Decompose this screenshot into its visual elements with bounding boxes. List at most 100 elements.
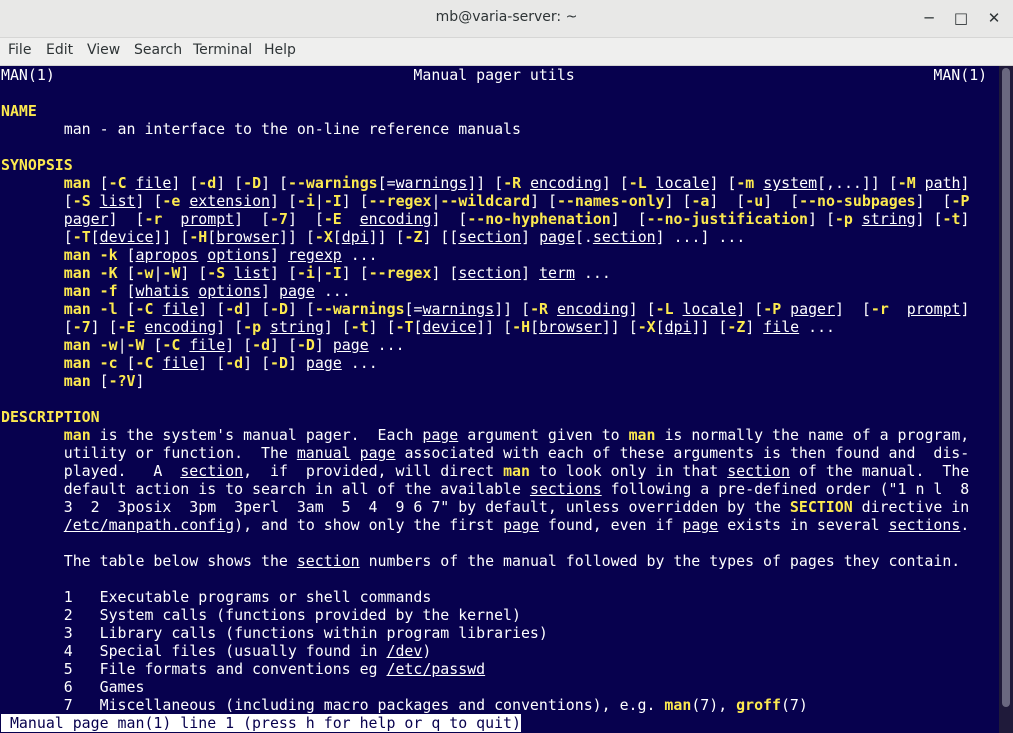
text-segment: 4 Special files (usually found in: [1, 642, 387, 660]
text-segment: [: [1, 318, 73, 336]
underlined-text: warnings: [422, 300, 495, 318]
text-segment: [: [117, 300, 136, 318]
text-segment: [781, 300, 790, 318]
underlined-text: encoding: [557, 300, 629, 318]
underlined-text: list: [99, 192, 136, 210]
text-segment: ...: [799, 318, 836, 336]
bold-text: -R: [503, 174, 522, 192]
text-segment: is the system's manual pager. Each: [90, 426, 423, 444]
menu-edit[interactable]: Edit: [46, 42, 73, 58]
bold-text: groff: [736, 696, 781, 714]
bold-text: -I: [323, 192, 342, 210]
text-segment: ]: [521, 228, 540, 246]
bold-text: man: [63, 336, 91, 354]
text-segment: [: [117, 264, 136, 282]
bold-text: -i: [296, 192, 315, 210]
text-segment: |: [314, 192, 324, 210]
underlined-text: section: [592, 228, 656, 246]
text-segment: [91, 336, 100, 354]
menu-search[interactable]: Search: [134, 42, 182, 58]
bold-text: -S: [207, 264, 226, 282]
underlined-text: options: [198, 282, 262, 300]
underlined-text: path: [924, 174, 961, 192]
text-segment: ] [: [198, 354, 226, 372]
text-segment: ]] [: [601, 318, 638, 336]
bold-text: man: [63, 246, 91, 264]
window-titlebar[interactable]: mb@varia-server: ~ ─ □ ✕: [0, 0, 1013, 38]
text-segment: [162, 210, 180, 228]
text-segment: ] [: [180, 264, 208, 282]
underlined-text: page: [332, 336, 369, 354]
text-segment: [342, 210, 360, 228]
text-segment: [916, 174, 925, 192]
terminal-scrollbar[interactable]: [999, 66, 1013, 733]
bold-text: -C: [135, 300, 154, 318]
underlined-text: string: [861, 210, 916, 228]
bold-text: -D: [270, 354, 288, 372]
terminal-line: MAN(1) Manual pager utils MAN(1): [1, 66, 987, 84]
text-segment: ] [: [341, 192, 369, 210]
text-segment: ): [422, 642, 432, 660]
text-segment: The table below shows the: [1, 552, 297, 570]
scrollbar-thumb[interactable]: [1002, 68, 1010, 707]
underlined-text: file: [763, 318, 800, 336]
underlined-text: sections: [888, 516, 961, 534]
text-segment: 2 System calls (functions provided by th…: [1, 606, 521, 624]
text-segment: [1, 426, 64, 444]
text-segment: ] [: [664, 192, 692, 210]
terminal-line: man -l [-C file] [-d] [-D] [--warnings[=…: [1, 300, 987, 318]
terminal-line: 6 Games: [1, 678, 987, 696]
text-segment: following a pre-defined order ("1 n l 8: [601, 480, 970, 498]
bold-text: -X: [637, 318, 656, 336]
text-segment: [: [117, 354, 136, 372]
maximize-button[interactable]: □: [948, 6, 974, 30]
menu-help[interactable]: Help: [264, 42, 296, 58]
text-segment: [: [1, 228, 73, 246]
text-segment: ...: [341, 246, 378, 264]
text-segment: [: [117, 246, 136, 264]
text-segment: [91, 300, 100, 318]
bold-text: --warnings: [314, 300, 405, 318]
bold-text: -C: [135, 354, 154, 372]
bold-text: -D: [296, 336, 315, 354]
text-segment: is normally the name of a program,: [655, 426, 970, 444]
close-button[interactable]: ✕: [981, 6, 1007, 30]
underlined-text: extension: [189, 192, 271, 210]
terminal-view[interactable]: MAN(1) Manual pager utils MAN(1) NAME man…: [0, 66, 999, 733]
text-segment: [1, 264, 64, 282]
text-segment: [1, 210, 64, 228]
bold-text: man: [664, 696, 692, 714]
bold-text: -L: [655, 300, 674, 318]
bold-text: -f: [99, 282, 118, 300]
text-segment: [: [1, 192, 73, 210]
underlined-text: page: [359, 444, 396, 462]
terminal-line: 1 Executable programs or shell commands: [1, 588, 987, 606]
bold-text: -r: [870, 300, 889, 318]
terminal-line: man [-?V]: [1, 372, 987, 390]
minimize-button[interactable]: ─: [916, 6, 942, 30]
text-segment: ...: [341, 354, 378, 372]
underlined-text: section: [458, 228, 522, 246]
bold-text: --warnings: [287, 174, 378, 192]
terminal-line: man -K [-w|-W] [-S list] [-i|-I] [--rege…: [1, 264, 987, 282]
bold-text: -7: [270, 210, 288, 228]
bold-text: -W: [162, 264, 181, 282]
bold-text: -d: [198, 174, 217, 192]
bold-text: --regex: [368, 192, 432, 210]
menu-view[interactable]: View: [87, 42, 120, 58]
bold-text: SYNOPSIS: [1, 156, 73, 174]
bold-text: --wildcard: [440, 192, 531, 210]
text-segment: default action is to search in all of th…: [1, 480, 530, 498]
text-segment: [: [530, 318, 540, 336]
text-segment: [674, 300, 683, 318]
menu-file[interactable]: File: [8, 42, 31, 58]
pager-status-line: Manual page man(1) line 1 (press h for h…: [1, 714, 987, 732]
text-segment: ] [: [270, 336, 297, 354]
bold-text: man: [63, 264, 91, 282]
underlined-text: encoding: [359, 210, 432, 228]
text-segment: [1, 354, 64, 372]
bold-text: -e: [162, 192, 181, 210]
menu-terminal[interactable]: Terminal: [193, 42, 252, 58]
underlined-text: file: [189, 336, 226, 354]
